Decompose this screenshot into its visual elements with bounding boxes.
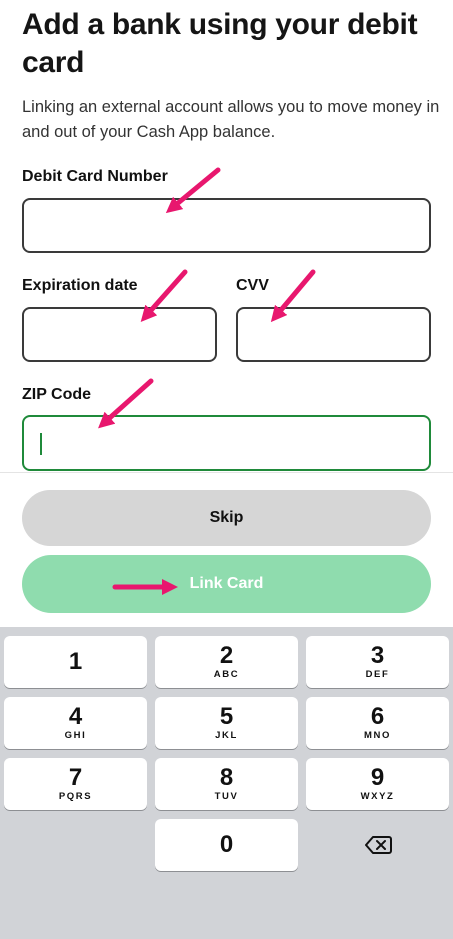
key-0-number: 0 xyxy=(219,831,234,858)
text-caret xyxy=(40,433,42,455)
skip-button[interactable]: Skip xyxy=(22,490,431,546)
zip-field[interactable] xyxy=(22,415,431,471)
cvv-field[interactable] xyxy=(236,307,431,362)
backspace-key[interactable] xyxy=(306,819,449,871)
zip-label: ZIP Code xyxy=(22,386,92,403)
key-5[interactable]: 5 JKL xyxy=(155,697,298,749)
key-4-number: 4 xyxy=(68,703,83,730)
key-1[interactable]: 1 xyxy=(4,636,147,688)
link-card-button[interactable]: Link Card xyxy=(22,555,431,613)
key-8-number: 8 xyxy=(219,764,234,791)
key-7-number: 7 xyxy=(68,764,83,791)
key-7[interactable]: 7 PQRS xyxy=(4,758,147,810)
key-3-number: 3 xyxy=(370,642,385,669)
key-6-number: 6 xyxy=(370,703,385,730)
cvv-label: CVV xyxy=(236,277,269,294)
divider xyxy=(0,472,453,473)
key-6[interactable]: 6 MNO xyxy=(306,697,449,749)
key-2-letters: ABC xyxy=(213,669,240,680)
key-5-letters: JKL xyxy=(215,730,238,741)
page-description: Linking an external account allows you t… xyxy=(22,98,440,141)
key-8[interactable]: 8 TUV xyxy=(155,758,298,810)
key-2[interactable]: 2 ABC xyxy=(155,636,298,688)
key-8-letters: TUV xyxy=(214,791,239,802)
key-6-letters: MNO xyxy=(364,730,391,741)
key-1-number: 1 xyxy=(68,648,83,675)
expiration-field[interactable] xyxy=(22,307,217,362)
key-3-letters: DEF xyxy=(365,669,390,680)
key-5-number: 5 xyxy=(219,703,234,730)
expiration-label: Expiration date xyxy=(22,277,138,294)
key-0[interactable]: 0 xyxy=(155,819,298,871)
key-9[interactable]: 9 WXYZ xyxy=(306,758,449,810)
key-4-letters: GHI xyxy=(64,730,87,741)
page-title: Add a bank using your debit card xyxy=(22,8,418,79)
card-number-label: Debit Card Number xyxy=(22,168,168,185)
key-9-number: 9 xyxy=(370,764,385,791)
card-number-field[interactable] xyxy=(22,198,431,253)
key-7-letters: PQRS xyxy=(58,791,93,802)
backspace-icon xyxy=(364,836,392,854)
key-9-letters: WXYZ xyxy=(360,791,395,802)
key-4[interactable]: 4 GHI xyxy=(4,697,147,749)
key-2-number: 2 xyxy=(219,642,234,669)
key-3[interactable]: 3 DEF xyxy=(306,636,449,688)
